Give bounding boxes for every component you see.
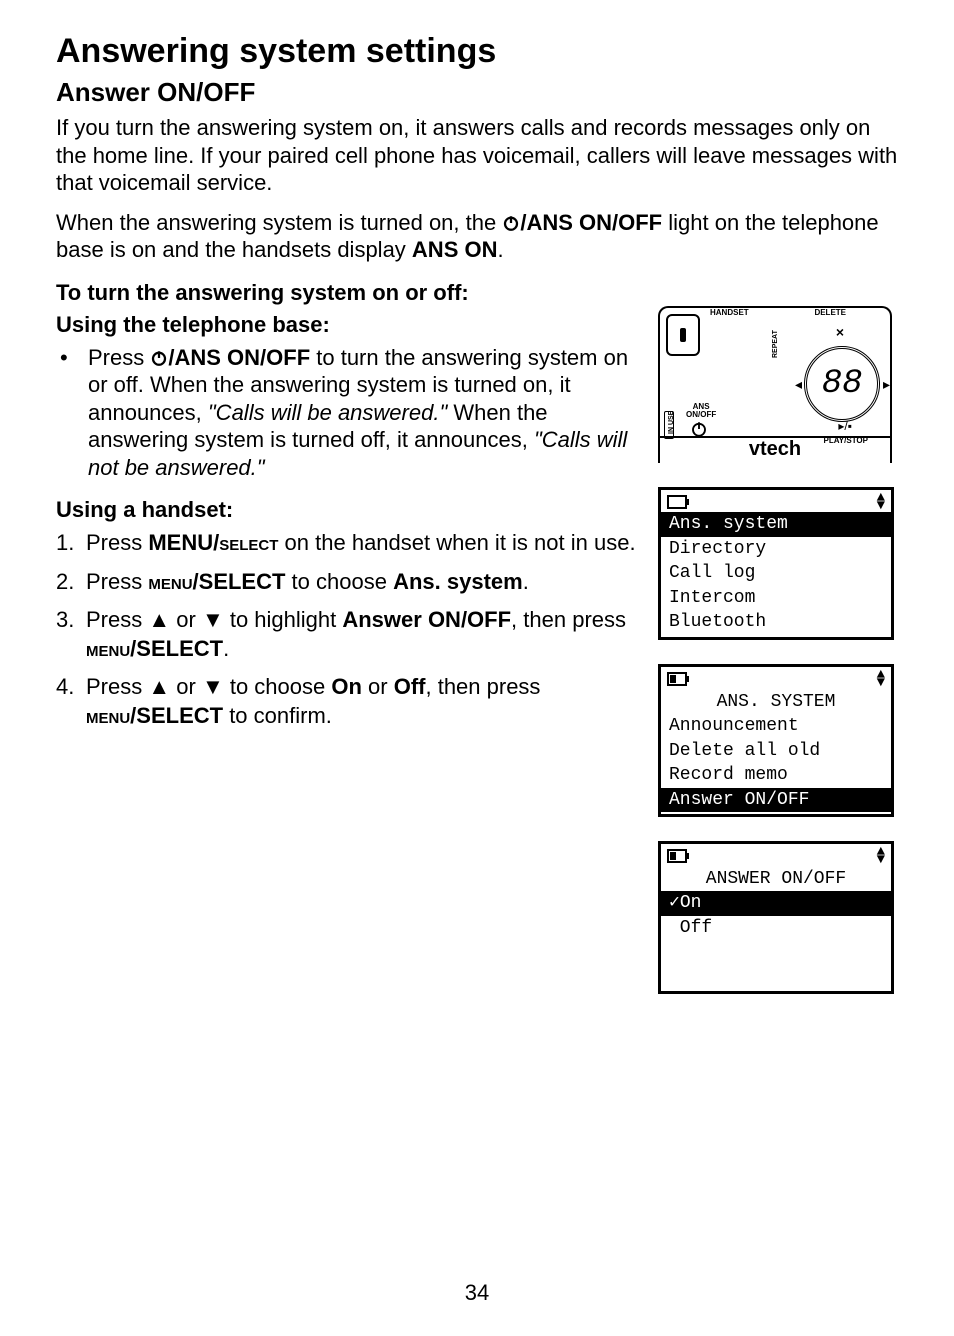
menu-item-announcement: Announcement	[661, 714, 891, 739]
text: menu	[86, 703, 130, 728]
text: ON/OFF	[686, 410, 716, 419]
text: On	[331, 674, 362, 699]
text: select	[219, 530, 278, 555]
text: ANS ON	[412, 237, 498, 262]
battery-icon	[667, 849, 687, 863]
up-arrow-icon: ▲	[148, 674, 170, 699]
menu-item-bluetooth: Bluetooth	[661, 610, 891, 635]
scroll-arrows-icon: ▲▼	[877, 848, 885, 865]
step-1: 1. Press MENU/select on the handset when…	[56, 529, 642, 558]
handset-label: HANDSET	[710, 308, 749, 317]
delete-icon: ×	[836, 324, 844, 340]
down-arrow-icon: ▼	[202, 674, 224, 699]
battery-icon	[667, 495, 687, 509]
using-handset-heading: Using a handset:	[56, 497, 642, 523]
screen-title: ANSWER ON/OFF	[661, 867, 891, 892]
text: .	[523, 569, 529, 594]
menu-item-intercom: Intercom	[661, 586, 891, 611]
page-title: Answering system settings	[56, 32, 898, 71]
battery-icon	[667, 672, 687, 686]
down-arrow-icon: ▼	[202, 607, 224, 632]
text: or	[362, 674, 394, 699]
intro-paragraph: If you turn the answering system on, it …	[56, 114, 898, 197]
lcd-screen-answer-onoff: ▲▼ ANSWER ON/OFF ✓On Off	[658, 841, 894, 994]
right-arrow-icon: ▸	[883, 376, 890, 393]
bullet-marker: •	[56, 344, 88, 372]
text: menu	[86, 636, 130, 661]
text: on the handset when it is not in use.	[278, 530, 635, 555]
screen-title: ANS. SYSTEM	[661, 690, 891, 715]
text: or	[170, 607, 202, 632]
scroll-arrows-icon: ▲▼	[877, 671, 885, 688]
text: /SELECT	[130, 636, 223, 661]
howto-heading: To turn the answering system on or off:	[56, 280, 898, 306]
text: , then press	[425, 674, 540, 699]
step-4: 4. Press ▲ or ▼ to choose On or Off, the…	[56, 673, 642, 730]
option-off: Off	[661, 916, 891, 941]
step-3: 3. Press ▲ or ▼ to highlight Answer ON/O…	[56, 606, 642, 663]
text: Press	[86, 607, 148, 632]
text: to choose	[285, 569, 393, 594]
step-2: 2. Press menu/SELECT to choose Ans. syst…	[56, 568, 642, 597]
delete-label: DELETE	[814, 308, 846, 317]
menu-item-directory: Directory	[661, 537, 891, 562]
text: Answer ON/OFF	[342, 607, 511, 632]
lcd-screen-ans-system: ▲▼ ANS. SYSTEM Announcement Delete all o…	[658, 664, 894, 817]
text: menu	[148, 569, 192, 594]
inuse-label: IN USE	[668, 410, 675, 433]
menu-item-ans-system: Ans. system	[661, 512, 891, 537]
menu-item-delete-all-old: Delete all old	[661, 739, 891, 764]
message-counter: 88	[804, 346, 880, 422]
menu-item-answer-onoff: Answer ON/OFF	[661, 788, 891, 813]
text: to confirm.	[223, 703, 332, 728]
text: or	[170, 674, 202, 699]
text: /ANS ON/OFF	[168, 345, 310, 370]
text: /SELECT	[130, 703, 223, 728]
text: When the answering system is turned on, …	[56, 210, 502, 235]
text: /SELECT	[193, 569, 286, 594]
play-stop-icon: ▸/▪	[838, 419, 852, 433]
left-arrow-icon: ◂	[795, 376, 802, 393]
text: , then press	[511, 607, 626, 632]
text: Press	[86, 674, 148, 699]
ans-onoff-label: ANS ON/OFF	[686, 403, 716, 419]
menu-item-call-log: Call log	[661, 561, 891, 586]
power-icon	[502, 214, 520, 232]
text: Press	[88, 345, 150, 370]
section-heading: Answer ON/OFF	[56, 77, 898, 108]
up-arrow-icon: ▲	[148, 607, 170, 632]
handset-slot-icon	[666, 314, 700, 356]
blank-row	[661, 965, 891, 990]
text: Off	[394, 674, 426, 699]
text: Press	[86, 530, 148, 555]
page-number: 34	[0, 1280, 954, 1306]
blank-row	[661, 940, 891, 965]
telephone-base-illustration: HANDSET DELETE × REPEAT ◂ 88 ▸ ANS ON/OF…	[658, 306, 892, 463]
text: .	[497, 237, 503, 262]
bullet-item: • Press /ANS ON/OFF to turn the answerin…	[56, 344, 642, 482]
repeat-label: REPEAT	[772, 330, 779, 358]
scroll-arrows-icon: ▲▼	[877, 494, 885, 511]
option-on: ✓On	[661, 891, 891, 916]
text: MENU/	[148, 530, 219, 555]
text: /ANS ON/OFF	[520, 210, 662, 235]
text: to choose	[224, 674, 332, 699]
text: .	[223, 636, 229, 661]
menu-item-record-memo: Record memo	[661, 763, 891, 788]
text: to highlight	[224, 607, 343, 632]
text: Ans. system	[393, 569, 523, 594]
lcd-screen-main-menu: ▲▼ Ans. system Directory Call log Interc…	[658, 487, 894, 640]
status-paragraph: When the answering system is turned on, …	[56, 209, 898, 264]
power-icon	[150, 349, 168, 367]
text: Press	[86, 569, 148, 594]
counter-value: 88	[822, 365, 863, 403]
using-base-heading: Using the telephone base:	[56, 312, 642, 338]
brand-logo: vtech	[660, 436, 890, 461]
text: "Calls will be answered."	[208, 400, 447, 425]
